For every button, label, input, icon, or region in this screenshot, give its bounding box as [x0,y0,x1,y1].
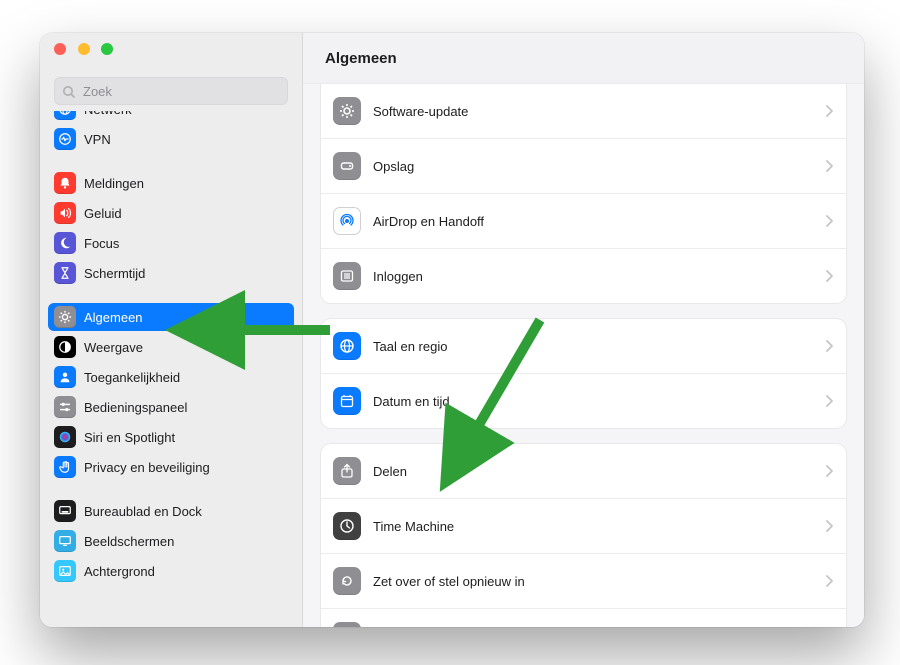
dock-icon [54,500,76,522]
sidebar-item-schermtijd[interactable]: Schermtijd [48,259,294,287]
settings-group: Taal en regio Datum en tijd [321,319,846,428]
settings-group: Software-update Opslag AirDrop en Handoff I… [321,84,846,303]
search-input[interactable] [81,83,280,100]
airdrop-icon [333,207,361,235]
globe-icon [54,111,76,120]
list-icon [333,262,361,290]
sidebar-item-label: Privacy en beveiliging [84,460,210,475]
display-icon [54,530,76,552]
sidebar-item-vpn[interactable]: VPN [48,125,294,153]
person-icon [54,366,76,388]
sidebar-item-siri-en-spotlight[interactable]: Siri en Spotlight [48,423,294,451]
sidebar-item-focus[interactable]: Focus [48,229,294,257]
window-close-button[interactable] [54,43,66,55]
settings-row-airdrop-en-handoff[interactable]: AirDrop en Handoff [321,193,846,248]
settings-row-label: AirDrop en Handoff [373,214,826,229]
chevron-right-icon [826,160,834,172]
sliders-icon [54,396,76,418]
sidebar-item-label: Algemeen [84,310,143,325]
settings-row-software-update[interactable]: Software-update [321,84,846,138]
sidebar-item-label: Geluid [84,206,122,221]
page-title: Algemeen [325,50,397,67]
chevron-right-icon [826,105,834,117]
gear-icon [333,97,361,125]
sidebar-item-label: Bureaublad en Dock [84,504,202,519]
settings-row-label: Software-update [373,104,826,119]
chevron-right-icon [826,465,834,477]
sidebar-item-label: Focus [84,236,119,251]
chevron-right-icon [826,215,834,227]
main-pane: Algemeen Software-update Opslag AirDrop en… [303,33,864,627]
sidebar-item-beeldschermen[interactable]: Beeldschermen [48,527,294,555]
settings-row-inloggen[interactable]: Inloggen [321,248,846,303]
sidebar-item-privacy-en-beveiliging[interactable]: Privacy en beveiliging [48,453,294,481]
sidebar-item-toegankelijkheid[interactable]: Toegankelijkheid [48,363,294,391]
sidebar-item-weergave[interactable]: Weergave [48,333,294,361]
bell-icon [54,172,76,194]
vpn-icon [54,128,76,150]
chevron-right-icon [826,270,834,282]
sidebar-item-label: Bedieningspaneel [84,400,187,415]
contrast-icon [54,336,76,358]
settings-row-label: Time Machine [373,519,826,534]
main-header: Algemeen [303,33,864,84]
sidebar-item-bureaublad-en-dock[interactable]: Bureaublad en Dock [48,497,294,525]
chevron-right-icon [826,340,834,352]
speaker-icon [54,202,76,224]
sidebar-item-label: Beeldschermen [84,534,174,549]
settings-window: Netwerk VPN Meldingen Geluid Focus Schermtijd… [40,33,864,627]
settings-row-label: Taal en regio [373,339,826,354]
chevron-right-icon [826,520,834,532]
sidebar-item-label: Achtergrond [84,564,155,579]
sidebar-item-label: Toegankelijkheid [84,370,180,385]
siri-icon [54,426,76,448]
settings-row-delen[interactable]: Delen [321,444,846,498]
disk-icon [333,152,361,180]
settings-row-time-machine[interactable]: Time Machine [321,498,846,553]
globe-icon [333,332,361,360]
window-controls [40,33,302,69]
sidebar-item-label: Meldingen [84,176,144,191]
settings-row-label: Opslag [373,159,826,174]
settings-row-opslag[interactable]: Opslag [321,138,846,193]
sidebar-item-label: Siri en Spotlight [84,430,175,445]
settings-row-taal-en-regio[interactable]: Taal en regio [321,319,846,373]
gear-icon [54,306,76,328]
disk-icon [333,622,361,627]
sidebar-item-algemeen[interactable]: Algemeen [48,303,294,331]
share-icon [333,457,361,485]
settings-row-zet-over-of-stel-opnieuw-in[interactable]: Zet over of stel opnieuw in [321,553,846,608]
wallpaper-icon [54,560,76,582]
settings-row-datum-en-tijd[interactable]: Datum en tijd [321,373,846,428]
window-minimize-button[interactable] [78,43,90,55]
settings-row-label: Datum en tijd [373,394,826,409]
clock-icon [333,512,361,540]
reset-icon [333,567,361,595]
sidebar-item-label: VPN [84,132,111,147]
sidebar-item-geluid[interactable]: Geluid [48,199,294,227]
search-icon [62,85,75,98]
sidebar-item-netwerk[interactable]: Netwerk [48,111,294,123]
sidebar-item-label: Schermtijd [84,266,145,281]
settings-row-label: Zet over of stel opnieuw in [373,574,826,589]
sidebar-item-label: Weergave [84,340,143,355]
settings-group: Delen Time Machine Zet over of stel opnieu… [321,444,846,627]
chevron-right-icon [826,395,834,407]
hand-icon [54,456,76,478]
sidebar-item-label: Netwerk [84,111,132,117]
sidebar: Netwerk VPN Meldingen Geluid Focus Schermtijd… [40,33,303,627]
window-zoom-button[interactable] [101,43,113,55]
settings-row-label: Inloggen [373,269,826,284]
settings-row-label: Delen [373,464,826,479]
settings-row-opstartschijf[interactable]: Opstartschijf [321,608,846,627]
sidebar-item-meldingen[interactable]: Meldingen [48,169,294,197]
moon-icon [54,232,76,254]
chevron-right-icon [826,575,834,587]
sidebar-item-achtergrond[interactable]: Achtergrond [48,557,294,585]
calendar-icon [333,387,361,415]
sidebar-item-bedieningspaneel[interactable]: Bedieningspaneel [48,393,294,421]
search-field[interactable] [54,77,288,105]
hourglass-icon [54,262,76,284]
